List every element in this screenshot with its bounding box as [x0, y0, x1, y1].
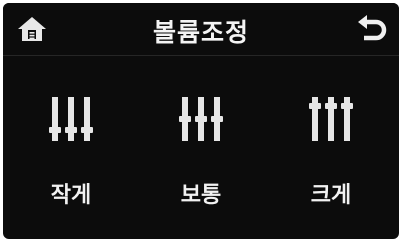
back-button[interactable] [356, 15, 388, 43]
page-title: 볼륨조정 [152, 18, 249, 47]
volume-medium-option[interactable]: 보통 [159, 97, 243, 217]
back-arrow-icon [358, 15, 387, 41]
volume-medium-label: 보통 [180, 183, 222, 208]
volume-high-option[interactable]: 크게 [289, 97, 373, 217]
volume-screen: 볼륨조정 작게 보통 크게 [3, 3, 399, 239]
volume-high-icon [309, 97, 353, 141]
header-bar: 볼륨조정 [3, 3, 399, 56]
volume-low-label: 작게 [50, 183, 92, 208]
volume-low-icon [49, 97, 93, 141]
volume-low-option[interactable]: 작게 [29, 97, 113, 217]
volume-high-label: 크게 [310, 183, 352, 208]
volume-medium-icon [179, 97, 223, 141]
